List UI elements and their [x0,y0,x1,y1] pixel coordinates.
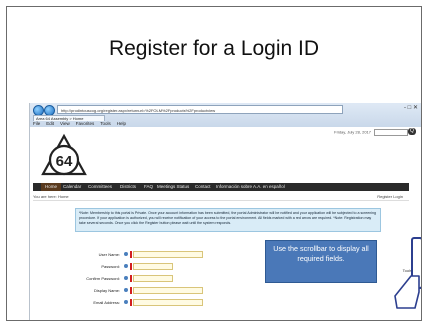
login-bar: Friday, July 28, 2017 [334,129,408,136]
nav-faq[interactable]: FAQ [144,183,153,191]
window-controls[interactable]: - □ ✕ [404,104,418,111]
breadcrumb-text: You are here: Home [33,194,69,199]
registration-notice: *Note: Membership to this portal is Priv… [75,208,381,232]
menu-edit[interactable]: Edit [46,121,54,126]
logo: 64 [41,133,87,176]
menu-view[interactable]: View [60,121,70,126]
confirm-password-input[interactable] [133,275,173,282]
menu-tools[interactable]: Tools [100,121,111,126]
slide: Register for a Login ID http://prodintou… [6,6,422,321]
breadcrumb: You are here: Home Register Login [33,194,409,201]
username-input[interactable] [133,251,203,258]
help-icon[interactable] [124,264,128,268]
menu-favorites[interactable]: Favorites [76,121,95,126]
nav-contact[interactable]: Contact [195,183,211,191]
username-label: User Name: [98,252,120,257]
display-name-input[interactable] [133,287,203,294]
confirm-password-label: Confirm Password: [86,276,120,281]
nav-districts[interactable]: Districts [120,183,136,191]
help-icon[interactable] [124,276,128,280]
logo-text: 64 [56,153,73,170]
date-text: Friday, July 28, 2017 [334,129,371,135]
email-label: Email Address: [93,300,120,305]
required-marker [130,299,132,306]
site-nav: Home Calendar Committees Districts FAQ M… [33,183,409,191]
required-marker [130,275,132,282]
register-login-links[interactable]: Register Login [377,194,403,199]
slide-title: Register for a Login ID [108,37,320,60]
email-input[interactable] [133,299,203,306]
password-input[interactable] [133,263,173,270]
nav-meetings-status[interactable]: Meetings Status [157,183,189,191]
menu-file[interactable]: File [33,121,40,126]
form-row-confirm-password: Confirm Password: [76,275,124,282]
search-box[interactable] [374,129,408,136]
nav-calendar[interactable]: Calendar [63,183,81,191]
pointer-cursor-icon [394,275,420,309]
address-bar[interactable]: http://prodintouscog.org/register.aspx/r… [57,105,343,114]
help-icon[interactable] [124,288,128,292]
help-icon[interactable] [124,300,128,304]
password-label: Password: [101,264,120,269]
form-row-username: User Name: [76,251,124,258]
required-marker [130,287,132,294]
display-name-label: Display Name: [93,288,120,293]
required-marker [130,263,132,270]
scrollbar-callout: Use the scrollbar to display all require… [265,240,377,283]
form-row-display-name: Display Name: [76,287,124,294]
web-page: Friday, July 28, 2017 Q 64 Home Calendar… [30,127,421,320]
search-icon[interactable]: Q [408,128,416,135]
help-icon[interactable] [124,252,128,256]
browser-screenshot: http://prodintouscog.org/register.aspx/r… [29,103,421,320]
required-marker [130,251,132,258]
menu-help[interactable]: Help [117,121,126,126]
nav-spanish[interactable]: Información sobre A.A. en español [216,183,285,191]
nav-committees[interactable]: Committees [88,183,112,191]
form-row-password: Password: [76,263,124,270]
nav-home[interactable]: Home [41,183,62,191]
form-row-email: Email Address: [76,299,124,306]
browser-chrome: http://prodintouscog.org/register.aspx/r… [30,103,421,128]
